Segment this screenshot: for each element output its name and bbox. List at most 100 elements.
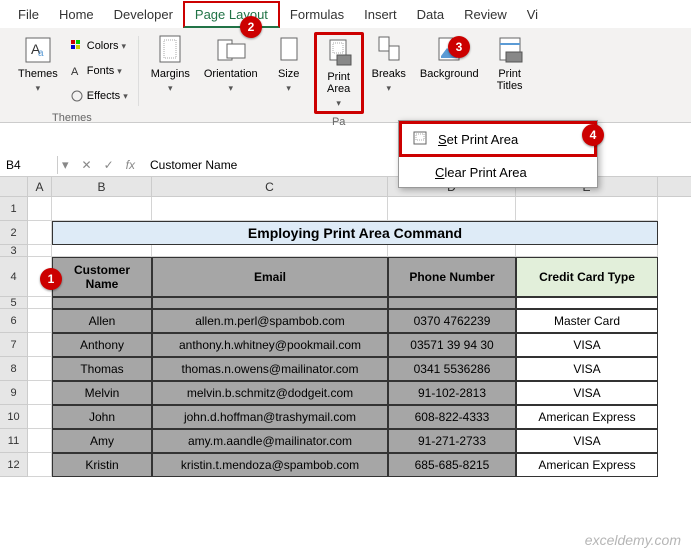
tab-formulas[interactable]: Formulas [280, 3, 354, 26]
size-button[interactable]: Size▾ [266, 32, 312, 96]
group-label-themes: Themes [12, 110, 132, 126]
cell-email[interactable]: john.d.hoffman@trashymail.com [152, 405, 388, 429]
print-titles-button[interactable]: Print Titles [487, 32, 533, 94]
row-9[interactable]: 9 [0, 381, 28, 405]
size-icon [273, 34, 305, 66]
chevron-down-icon: ▾ [336, 97, 341, 109]
cell-phone[interactable]: 91-271-2733 [388, 429, 516, 453]
callout-4: 4 [582, 124, 604, 146]
chevron-down-icon: ▾ [122, 41, 127, 52]
cell-card[interactable]: Master Card [516, 309, 658, 333]
enter-icon[interactable]: ✓ [101, 158, 117, 172]
effects-button[interactable]: Effects ▾ [68, 84, 130, 108]
effects-label: Effects [87, 90, 120, 102]
cell-name[interactable]: Melvin [52, 381, 152, 405]
row-6[interactable]: 6 [0, 309, 28, 333]
col-A[interactable]: A [28, 177, 52, 196]
cell-phone[interactable]: 0341 5536286 [388, 357, 516, 381]
cell-phone[interactable]: 608-822-4333 [388, 405, 516, 429]
name-box[interactable]: B4 [0, 156, 58, 174]
table-row: Amyamy.m.aandle@mailinator.com91-271-273… [28, 429, 691, 453]
row-8[interactable]: 8 [0, 357, 28, 381]
table-row: Melvinmelvin.b.schmitz@dodgeit.com91-102… [28, 381, 691, 405]
col-C[interactable]: C [152, 177, 388, 196]
cell-card[interactable]: American Express [516, 405, 658, 429]
cell-email[interactable]: anthony.h.whitney@pookmail.com [152, 333, 388, 357]
cell-card[interactable]: VISA [516, 381, 658, 405]
background-label: Background [420, 68, 479, 80]
set-print-area-item[interactable]: Set Print Area [399, 121, 597, 157]
breaks-button[interactable]: Breaks▾ [366, 32, 412, 96]
clear-print-area-item[interactable]: Clear Print Area [399, 157, 597, 187]
cell-phone[interactable]: 0370 4762239 [388, 309, 516, 333]
orientation-button[interactable]: Orientation ▾ [198, 32, 264, 96]
row-5[interactable]: 5 [0, 297, 28, 309]
tab-insert[interactable]: Insert [354, 3, 407, 26]
row-11[interactable]: 11 [0, 429, 28, 453]
select-all[interactable] [0, 177, 28, 196]
cancel-icon[interactable]: ✕ [79, 158, 95, 172]
cell-name[interactable]: Kristin [52, 453, 152, 477]
margins-button[interactable]: Margins▾ [145, 32, 196, 96]
cell-phone[interactable]: 685-685-8215 [388, 453, 516, 477]
ribbon: Aa Themes ▾ Colors ▾ A Fonts ▾ Eff [0, 28, 691, 123]
cell-name[interactable]: Allen [52, 309, 152, 333]
col-B[interactable]: B [52, 177, 152, 196]
fx-icon[interactable]: fx [123, 158, 138, 172]
cell-email[interactable]: allen.m.perl@spambob.com [152, 309, 388, 333]
print-area-button[interactable]: Print Area▾ [314, 32, 364, 114]
cell-name[interactable]: Amy [52, 429, 152, 453]
cell-email[interactable]: kristin.t.mendoza@spambob.com [152, 453, 388, 477]
cell-name[interactable]: Anthony [52, 333, 152, 357]
row-7[interactable]: 7 [0, 333, 28, 357]
tab-review[interactable]: Review [454, 3, 517, 26]
cell-name[interactable]: Thomas [52, 357, 152, 381]
tab-page-layout[interactable]: Page Layout [183, 1, 280, 28]
cell-name[interactable]: John [52, 405, 152, 429]
header-phone[interactable]: Phone Number [388, 257, 516, 297]
cell-card[interactable]: American Express [516, 453, 658, 477]
row-2[interactable]: 2 [0, 221, 28, 245]
cell-card[interactable]: VISA [516, 429, 658, 453]
table-row: Kristinkristin.t.mendoza@spambob.com685-… [28, 453, 691, 477]
cell-email[interactable]: thomas.n.owens@mailinator.com [152, 357, 388, 381]
tab-home[interactable]: Home [49, 3, 104, 26]
chevron-down-icon: ▾ [228, 82, 233, 94]
row-3[interactable]: 3 [0, 245, 28, 257]
cells[interactable]: Employing Print Area Command Customer Na… [28, 197, 691, 477]
cell-phone[interactable]: 03571 39 94 30 [388, 333, 516, 357]
colors-button[interactable]: Colors ▾ [68, 34, 130, 58]
row-1[interactable]: 1 [0, 197, 28, 221]
ribbon-tabs: File Home Developer Page Layout Formulas… [0, 0, 691, 28]
table-row: Anthonyanthony.h.whitney@pookmail.com035… [28, 333, 691, 357]
cell-phone[interactable]: 91-102-2813 [388, 381, 516, 405]
group-themes: Aa Themes ▾ Colors ▾ A Fonts ▾ Eff [6, 32, 138, 122]
tab-developer[interactable]: Developer [104, 3, 183, 26]
header-card[interactable]: Credit Card Type [516, 257, 658, 297]
tab-data[interactable]: Data [407, 3, 454, 26]
tab-view[interactable]: Vi [517, 3, 548, 26]
chevron-down-icon: ▾ [36, 82, 41, 94]
worksheet: 1 2 3 4 5 6 7 8 9 10 11 12 Employing Pri… [0, 197, 691, 477]
table-row: Allenallen.m.perl@spambob.com0370 476223… [28, 309, 691, 333]
fonts-button[interactable]: A Fonts ▾ [68, 59, 130, 83]
margins-icon [154, 34, 186, 66]
row-10[interactable]: 10 [0, 405, 28, 429]
row-12[interactable]: 12 [0, 453, 28, 477]
header-name[interactable]: Customer Name [52, 257, 152, 297]
cell-card[interactable]: VISA [516, 357, 658, 381]
header-email[interactable]: Email [152, 257, 388, 297]
tab-file[interactable]: File [8, 3, 49, 26]
print-titles-label: Print Titles [497, 68, 523, 92]
title-cell[interactable]: Employing Print Area Command [52, 221, 658, 245]
svg-text:A: A [71, 66, 79, 78]
name-box-chevron-icon[interactable]: ▾ [58, 157, 73, 173]
callout-1: 1 [40, 268, 62, 290]
cell-card[interactable]: VISA [516, 333, 658, 357]
cell-email[interactable]: amy.m.aandle@mailinator.com [152, 429, 388, 453]
cell-email[interactable]: melvin.b.schmitz@dodgeit.com [152, 381, 388, 405]
themes-button[interactable]: Aa Themes ▾ [12, 32, 64, 96]
row-4[interactable]: 4 [0, 257, 28, 297]
orientation-label: Orientation [204, 68, 258, 80]
row-headers: 1 2 3 4 5 6 7 8 9 10 11 12 [0, 197, 28, 477]
